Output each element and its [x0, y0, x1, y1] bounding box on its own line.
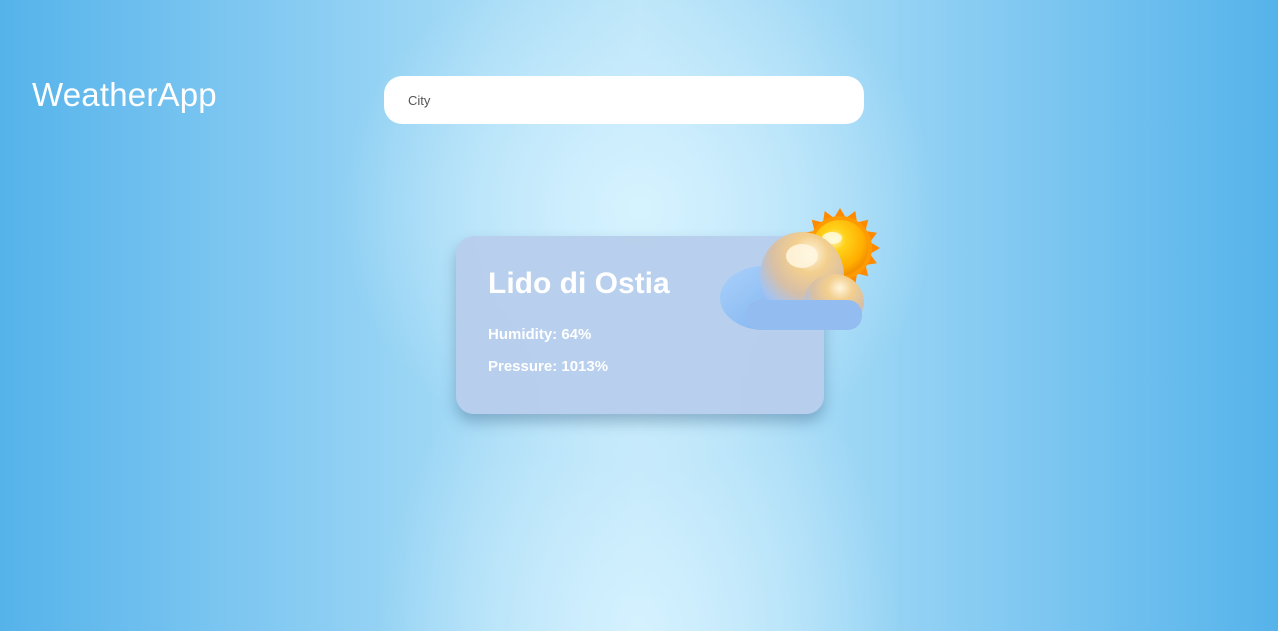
pressure-value: 1013%	[561, 358, 609, 375]
pressure-row: Pressure: 1013%	[488, 358, 608, 375]
pressure-label: Pressure:	[488, 358, 562, 375]
humidity-value: 64%	[561, 326, 592, 343]
humidity-label: Humidity:	[488, 326, 562, 343]
city-name: Lido di Ostia	[488, 267, 670, 300]
city-search-input[interactable]	[384, 76, 864, 124]
humidity-row: Humidity: 64%	[488, 326, 591, 343]
partly-cloudy-icon	[720, 208, 880, 330]
app-logo: WeatherApp	[32, 76, 217, 113]
